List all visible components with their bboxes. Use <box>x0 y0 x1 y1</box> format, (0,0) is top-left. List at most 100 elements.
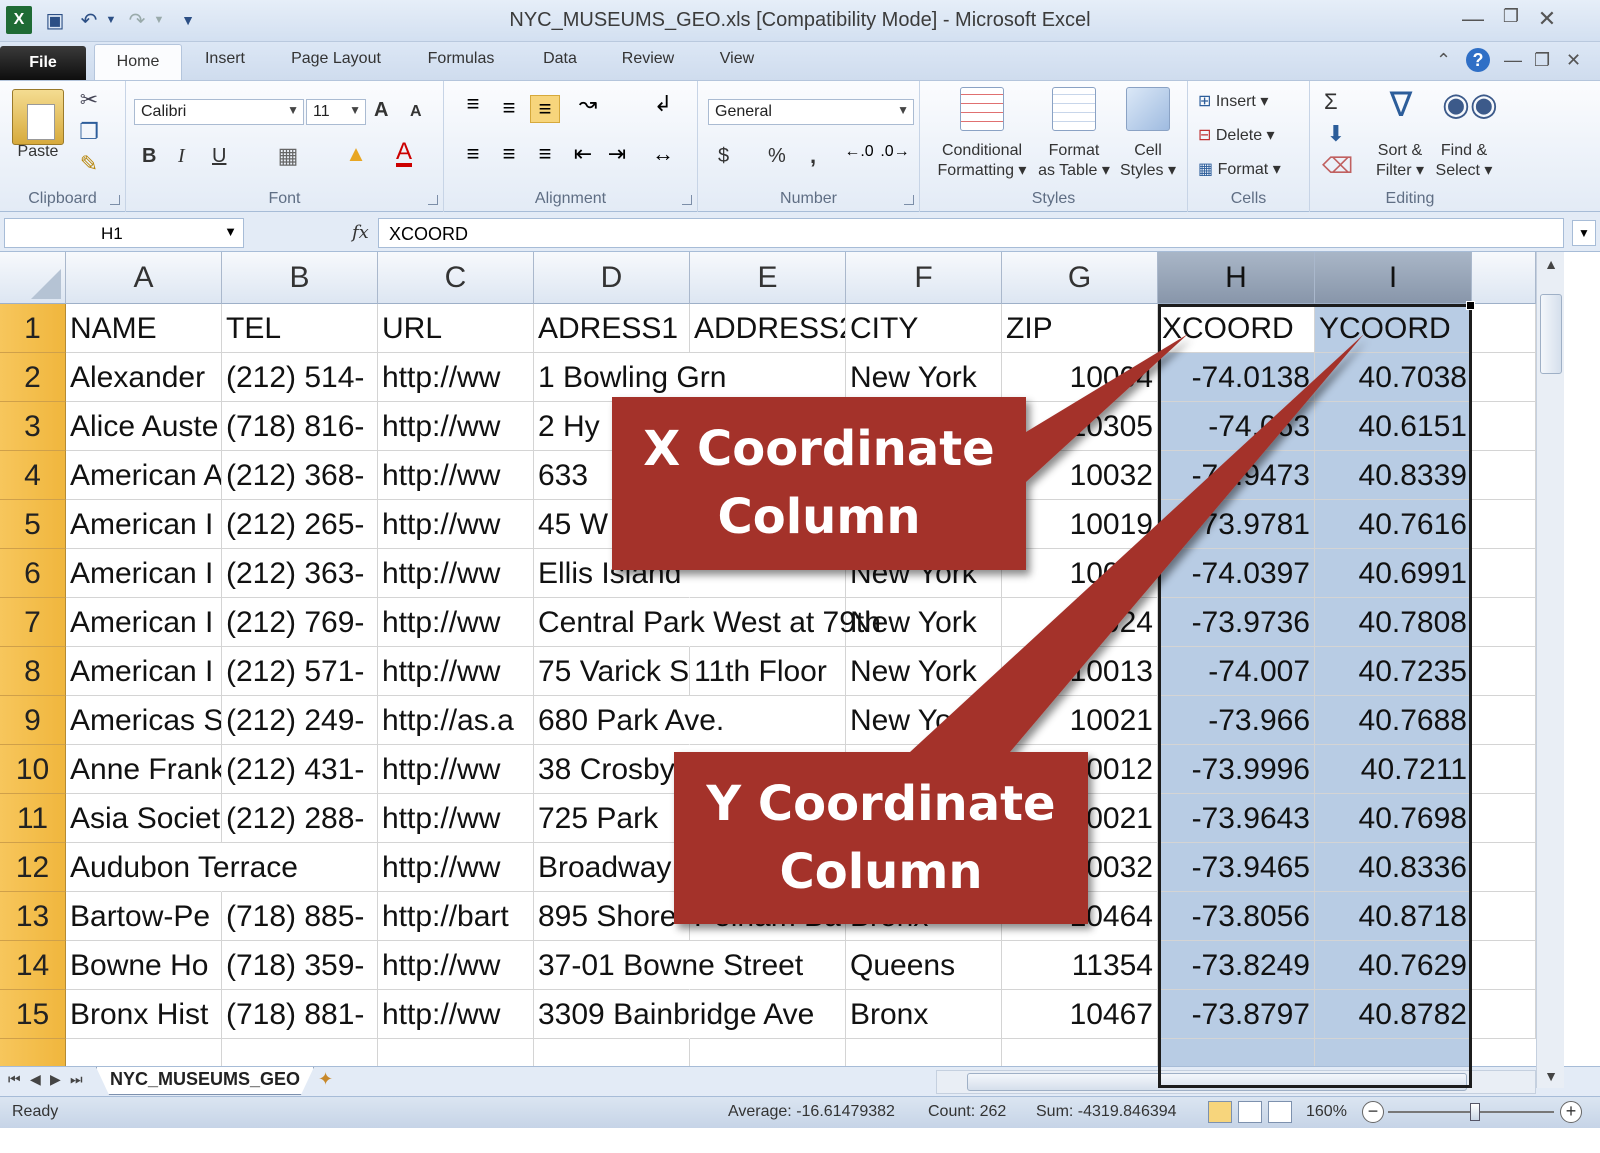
insert-cells-icon: ⊞ <box>1198 93 1212 110</box>
increase-indent-icon[interactable]: ⇥ <box>602 141 632 167</box>
number-format-value: General <box>715 103 772 120</box>
borders-icon[interactable]: ▦ <box>274 143 302 169</box>
grow-font-button[interactable]: A <box>374 99 388 122</box>
title-bar: X ▣ ↶ ▼ ↷ ▼ ▼ NYC_MUSEUMS_GEO.xls [Compa… <box>0 0 1600 42</box>
help-icon[interactable]: ? <box>1466 48 1490 72</box>
tab-formulas[interactable]: Formulas <box>424 50 498 68</box>
font-size-value: 11 <box>313 103 330 120</box>
x-callout-line1: X Coordinate <box>643 421 995 477</box>
alignment-launcher-icon[interactable] <box>682 195 692 205</box>
x-callout-line2: Column <box>717 489 921 545</box>
underline-button[interactable]: U <box>212 145 226 168</box>
format-as-table-label: Format <box>1048 142 1100 159</box>
restore-icon[interactable]: ❐ <box>1494 6 1528 34</box>
font-size-select[interactable]: 11 ▼ <box>306 99 366 125</box>
copy-icon[interactable]: ❐ <box>76 119 102 145</box>
paste-icon[interactable] <box>12 89 64 145</box>
y-coordinate-callout: Y Coordinate Column <box>674 770 1088 906</box>
number-format-select[interactable]: General ▼ <box>708 99 914 125</box>
orientation-icon[interactable]: ↝ <box>570 91 606 117</box>
page-break-view-icon[interactable] <box>1268 1101 1292 1123</box>
font-group: Calibri ▼ 11 ▼ A A B I U ▦ ▲ A Font <box>126 81 444 212</box>
cell-styles-icon[interactable] <box>1126 87 1170 131</box>
number-launcher-icon[interactable] <box>904 195 914 205</box>
font-color-button[interactable]: A <box>396 140 413 167</box>
tab-home[interactable]: Home <box>94 44 182 81</box>
format-as-table-icon[interactable] <box>1052 87 1096 131</box>
tab-view[interactable]: View <box>716 50 758 68</box>
paste-button[interactable]: Paste <box>12 143 64 161</box>
expand-formula-bar-icon[interactable]: ▼ <box>1572 220 1596 246</box>
number-label: Number <box>780 190 837 207</box>
status-ready: Ready <box>12 1103 59 1120</box>
align-bottom-icon[interactable]: ≡ <box>530 95 560 123</box>
currency-button[interactable]: $ <box>718 145 729 168</box>
minimize-ribbon-icon[interactable]: ⌃ <box>1436 50 1451 71</box>
align-top-icon[interactable]: ≡ <box>458 91 488 117</box>
close-icon[interactable]: ✕ <box>1530 6 1564 34</box>
bold-button[interactable]: B <box>142 145 156 168</box>
align-right-icon[interactable]: ≡ <box>530 141 560 167</box>
format-painter-icon[interactable]: ✎ <box>76 151 102 177</box>
window-title: NYC_MUSEUMS_GEO.xls [Compatibility Mode]… <box>509 9 1091 31</box>
worksheet-grid[interactable]: ABCDEFGHI 1 NAME TEL URL ADRESS1 ADDRESS2 CITY… <box>0 252 1600 1088</box>
shrink-font-button[interactable]: A <box>410 103 422 121</box>
autosum-button[interactable]: Σ <box>1324 89 1338 115</box>
format-cells-button[interactable]: ▦ Format ▾ <box>1198 159 1308 179</box>
decrease-decimal-icon[interactable]: .0→ <box>880 143 910 161</box>
clipboard-launcher-icon[interactable] <box>110 195 120 205</box>
binoculars-icon[interactable]: ◉◉ <box>1442 85 1498 123</box>
align-left-icon[interactable]: ≡ <box>458 141 488 167</box>
chevron-down-icon: ▼ <box>897 103 909 117</box>
normal-view-icon[interactable] <box>1208 1101 1232 1123</box>
doc-minimize-icon[interactable]: — <box>1504 50 1522 71</box>
doc-restore-icon[interactable]: ❐ <box>1534 50 1550 71</box>
zoom-level[interactable]: 160% <box>1306 1103 1347 1121</box>
ribbon-tabs: File Home Insert Page Layout Formulas Da… <box>0 42 1600 81</box>
sort-filter-label: Sort & <box>1377 142 1423 159</box>
alignment-group: ≡ ≡ ≡ ↝ ↲ ≡ ≡ ≡ ⇤ ⇥ ↔ Alignment <box>444 81 698 212</box>
formula-input[interactable]: XCOORD <box>378 218 1564 248</box>
zoom-slider-thumb[interactable] <box>1470 1103 1480 1121</box>
tab-review[interactable]: Review <box>618 50 678 68</box>
sort-filter-icon[interactable]: ∇ <box>1380 85 1422 125</box>
wrap-text-icon[interactable]: ↲ <box>648 91 678 117</box>
cell-styles-button[interactable]: Cell Styles ▾ <box>1116 141 1180 181</box>
sort-filter-button[interactable]: Sort & Filter ▾ <box>1368 141 1432 181</box>
format-as-table-label-2: as Table <box>1038 162 1098 179</box>
insert-function-button[interactable]: fx <box>352 222 369 243</box>
clear-icon[interactable]: ⌫ <box>1322 153 1353 179</box>
insert-cells-button[interactable]: ⊞ Insert ▾ <box>1198 91 1308 111</box>
align-center-icon[interactable]: ≡ <box>494 141 524 167</box>
font-launcher-icon[interactable] <box>428 195 438 205</box>
tab-page-layout[interactable]: Page Layout <box>286 50 386 68</box>
cut-icon[interactable]: ✂ <box>76 87 102 113</box>
increase-decimal-icon[interactable]: ←.0 <box>844 143 874 161</box>
fill-color-icon[interactable]: ▲ <box>342 141 370 167</box>
tab-data[interactable]: Data <box>538 50 582 68</box>
format-as-table-button[interactable]: Format as Table ▾ <box>1032 141 1116 181</box>
conditional-formatting-button[interactable]: Conditional Formatting ▾ <box>926 141 1038 181</box>
italic-button[interactable]: I <box>178 145 185 168</box>
align-middle-icon[interactable]: ≡ <box>494 95 524 121</box>
decrease-indent-icon[interactable]: ⇤ <box>568 141 598 167</box>
name-box[interactable]: H1 ▼ <box>4 218 244 248</box>
tab-file[interactable]: File <box>0 46 86 80</box>
conditional-formatting-icon[interactable] <box>960 87 1004 131</box>
comma-button[interactable]: , <box>810 143 816 169</box>
zoom-out-icon[interactable]: − <box>1362 1101 1384 1123</box>
find-select-button[interactable]: Find & Select ▾ <box>1432 141 1496 181</box>
delete-cells-button[interactable]: ⊟ Delete ▾ <box>1198 125 1308 145</box>
format-cells-icon: ▦ <box>1198 161 1214 178</box>
page-layout-view-icon[interactable] <box>1238 1101 1262 1123</box>
doc-close-icon[interactable]: ✕ <box>1566 50 1581 71</box>
percent-button[interactable]: % <box>768 145 786 168</box>
delete-cells-label: Delete <box>1215 127 1263 144</box>
tab-insert[interactable]: Insert <box>196 50 254 68</box>
minimize-icon[interactable]: — <box>1456 6 1490 34</box>
fill-icon[interactable]: ⬇ <box>1322 121 1350 147</box>
zoom-in-icon[interactable]: + <box>1560 1101 1582 1123</box>
merge-center-icon[interactable]: ↔ <box>646 141 680 167</box>
conditional-formatting-label: Conditional <box>941 142 1023 159</box>
font-name-select[interactable]: Calibri ▼ <box>134 99 304 125</box>
